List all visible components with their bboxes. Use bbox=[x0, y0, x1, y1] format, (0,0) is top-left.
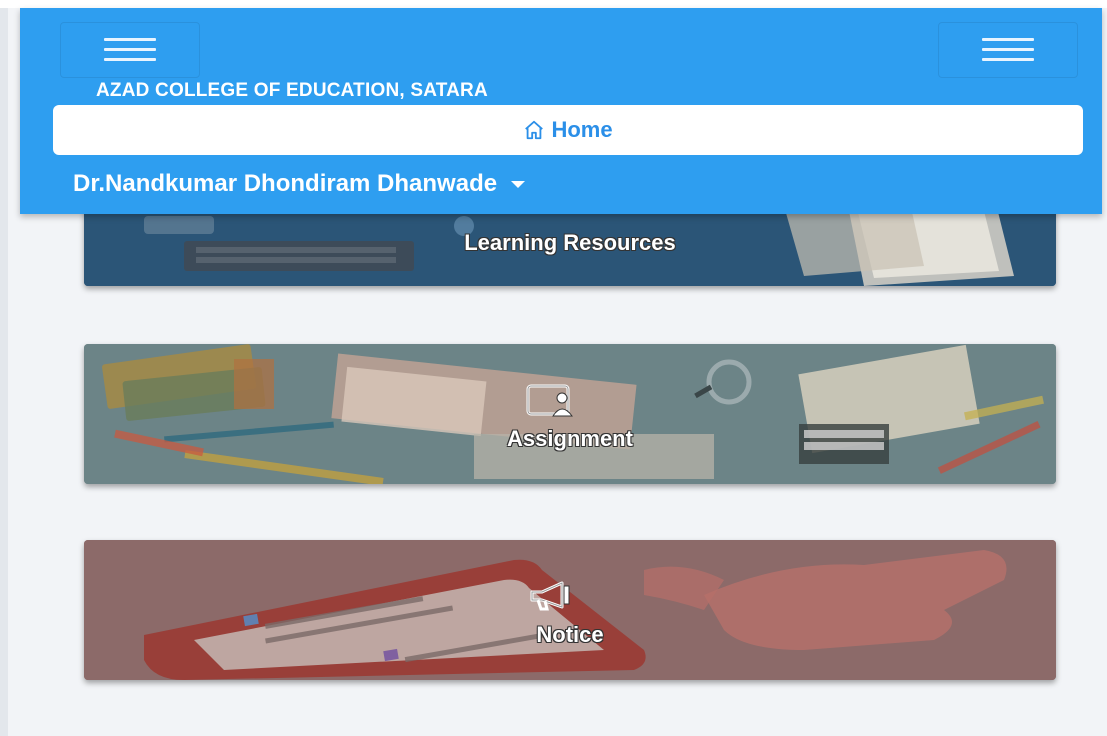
home-label: Home bbox=[551, 117, 613, 142]
card-label-assignment: Assignment bbox=[507, 426, 633, 451]
left-menu-toggle-button[interactable] bbox=[60, 22, 200, 78]
card-label-learning-resources: Learning Resources bbox=[464, 230, 676, 255]
home-button[interactable]: Home bbox=[53, 105, 1083, 155]
card-label-notice: Notice bbox=[536, 622, 604, 647]
hamburger-icon bbox=[104, 36, 156, 64]
home-icon bbox=[525, 120, 544, 140]
card-assignment[interactable]: Assignment bbox=[84, 344, 1056, 484]
card-notice[interactable]: Notice bbox=[84, 540, 1056, 680]
user-name: Dr.Nandkumar Dhondiram Dhanwade bbox=[73, 170, 498, 197]
college-name: AZAD COLLEGE OF EDUCATION, SATARA bbox=[96, 80, 488, 101]
top-border bbox=[0, 0, 1107, 8]
right-menu-toggle-button[interactable] bbox=[938, 22, 1078, 78]
app-header: AZAD COLLEGE OF EDUCATION, SATARA Home D… bbox=[20, 8, 1102, 214]
hamburger-icon bbox=[982, 36, 1034, 64]
caret-down-icon bbox=[511, 180, 526, 188]
megaphone-icon bbox=[530, 581, 570, 611]
presentation-icon bbox=[526, 384, 573, 417]
user-dropdown[interactable]: Dr.Nandkumar Dhondiram Dhanwade bbox=[73, 170, 526, 198]
